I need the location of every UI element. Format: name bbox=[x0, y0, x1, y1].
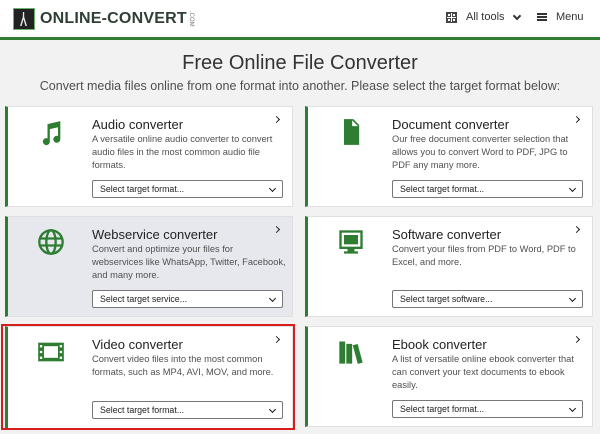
webservice-converter-card[interactable]: Webservice converter Convert and optimiz… bbox=[5, 216, 293, 317]
chevron-down-icon bbox=[512, 11, 521, 20]
online-convert-logo-icon bbox=[13, 8, 35, 30]
all-tools-button[interactable]: All tools bbox=[446, 11, 521, 23]
card-description: Our free document converter selection th… bbox=[392, 134, 569, 170]
grid-icon bbox=[446, 11, 457, 23]
globe-icon bbox=[38, 229, 64, 255]
target-format-select[interactable]: Select target format... bbox=[92, 401, 283, 419]
card-title: Ebook converter bbox=[392, 337, 487, 352]
menu-button[interactable]: Menu bbox=[537, 11, 584, 23]
film-icon bbox=[38, 342, 64, 362]
audio-converter-card[interactable]: Audio converter A versatile online audio… bbox=[5, 106, 293, 207]
card-title: Software converter bbox=[392, 227, 502, 242]
target-format-select[interactable]: Select target format... bbox=[92, 180, 283, 198]
card-description: Convert your files from PDF to Word, PDF… bbox=[392, 244, 576, 267]
target-format-select[interactable]: Select target format... bbox=[392, 180, 583, 198]
chevron-right-icon[interactable] bbox=[272, 335, 281, 344]
chevron-right-icon[interactable] bbox=[572, 115, 581, 124]
video-converter-card[interactable]: Video converter Convert video files into… bbox=[5, 326, 293, 430]
target-format-select[interactable]: Select target format... bbox=[392, 400, 583, 418]
page-subtitle: Convert media files online from one form… bbox=[39, 79, 561, 93]
ebook-converter-card[interactable]: Ebook converter A list of versatile onli… bbox=[305, 326, 593, 427]
monitor-icon bbox=[339, 230, 363, 254]
page-title: Free Online File Converter bbox=[182, 52, 418, 74]
chevron-right-icon[interactable] bbox=[572, 225, 581, 234]
card-description: Convert video files into the most common… bbox=[92, 354, 274, 377]
card-title: Video converter bbox=[92, 337, 183, 352]
all-tools-label: All tools bbox=[466, 11, 505, 23]
card-title: Document converter bbox=[392, 117, 510, 132]
card-description: A list of versatile online ebook convert… bbox=[392, 354, 574, 390]
logo-domain: .COM bbox=[187, 11, 194, 27]
top-navigation-bar: ONLINE-CONVERT .COM All tools Menu bbox=[0, 0, 600, 40]
card-description: A versatile online audio converter to co… bbox=[92, 134, 273, 170]
chevron-right-icon[interactable] bbox=[572, 335, 581, 344]
chevron-right-icon[interactable] bbox=[272, 225, 281, 234]
document-icon bbox=[344, 119, 360, 145]
document-converter-card[interactable]: Document converter Our free document con… bbox=[305, 106, 593, 207]
menu-label: Menu bbox=[556, 11, 584, 23]
hamburger-icon bbox=[537, 13, 547, 21]
books-icon bbox=[339, 341, 363, 364]
target-service-select[interactable]: Select target service... bbox=[92, 290, 283, 308]
card-title: Webservice converter bbox=[92, 227, 218, 242]
site-logo[interactable]: ONLINE-CONVERT .COM bbox=[13, 7, 194, 31]
logo-text: ONLINE-CONVERT bbox=[40, 10, 187, 27]
chevron-right-icon[interactable] bbox=[272, 115, 281, 124]
music-note-icon bbox=[42, 121, 61, 146]
target-software-select[interactable]: Select target software... bbox=[392, 290, 583, 308]
card-description: Convert and optimize your files for webs… bbox=[92, 244, 286, 280]
card-title: Audio converter bbox=[92, 117, 184, 132]
software-converter-card[interactable]: Software converter Convert your files fr… bbox=[305, 216, 593, 317]
